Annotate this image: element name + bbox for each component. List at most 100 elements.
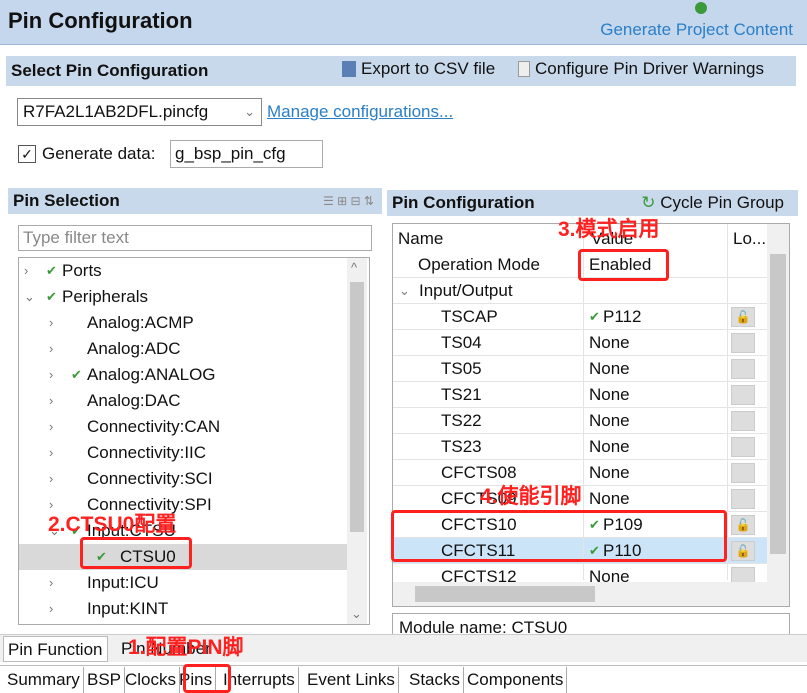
tree-item[interactable]: › Analog:ADC bbox=[19, 336, 347, 362]
row-name: TS04 bbox=[441, 333, 482, 352]
table-row[interactable]: TS22 None bbox=[393, 408, 767, 434]
annotation-box-4 bbox=[391, 510, 727, 562]
lock-icon[interactable] bbox=[731, 333, 755, 353]
row-value[interactable]: None bbox=[589, 382, 630, 408]
tree-item-label: Input:KINT bbox=[87, 599, 169, 618]
lock-icon[interactable] bbox=[731, 437, 755, 457]
page-title: Pin Configuration bbox=[8, 8, 193, 33]
tab-event-links[interactable]: Event Links bbox=[304, 667, 399, 693]
expand-icon[interactable]: › bbox=[49, 596, 53, 622]
tree-item-label: Connectivity:IIC bbox=[87, 443, 207, 462]
scroll-down-icon[interactable]: ⌄ bbox=[351, 606, 362, 622]
lock-icon[interactable]: 🔓 bbox=[731, 307, 755, 327]
lock-icon[interactable] bbox=[731, 489, 755, 509]
lock-icon[interactable] bbox=[731, 463, 755, 483]
tree-item[interactable]: › Input:KINT bbox=[19, 596, 347, 622]
row-value[interactable]: None bbox=[589, 356, 630, 382]
table-row[interactable]: TS04 None bbox=[393, 330, 767, 356]
expand-icon[interactable]: › bbox=[49, 466, 53, 492]
table-row[interactable]: TS21 None bbox=[393, 382, 767, 408]
tree-item[interactable]: ⌄ ✔ Peripherals bbox=[19, 284, 347, 310]
row-value[interactable]: P112 bbox=[603, 304, 641, 330]
play-icon[interactable] bbox=[695, 2, 707, 14]
table-vscrollbar[interactable] bbox=[767, 224, 789, 584]
chevron-down-icon: ⌄ bbox=[244, 104, 255, 119]
tree-item-label: Analog:ACMP bbox=[87, 313, 194, 332]
tree-item[interactable]: › Analog:DAC bbox=[19, 388, 347, 414]
row-value[interactable]: None bbox=[589, 486, 630, 512]
row-value[interactable]: None bbox=[589, 330, 630, 356]
tree-item[interactable]: › Connectivity:CAN bbox=[19, 414, 347, 440]
generate-project-content-button[interactable]: Generate Project Content bbox=[600, 20, 793, 40]
lock-icon[interactable] bbox=[731, 359, 755, 379]
lock-icon[interactable] bbox=[731, 411, 755, 431]
cycle-icon: ↻ bbox=[641, 193, 661, 212]
table-row[interactable]: TS05 None bbox=[393, 356, 767, 382]
tree-item[interactable]: › Connectivity:SCI bbox=[19, 466, 347, 492]
check-icon: ✔ bbox=[589, 309, 600, 324]
pin-tree: › ✔ Ports ⌄ ✔ Peripherals › Analog:ACMP › Analog:… bbox=[18, 257, 370, 625]
table-hscrollbar[interactable] bbox=[393, 582, 789, 606]
expand-icon[interactable]: ⌄ bbox=[24, 284, 35, 310]
annotation-3: 3.模式启用 bbox=[558, 218, 660, 241]
scrollbar-thumb[interactable] bbox=[415, 586, 595, 602]
tab-bsp[interactable]: BSP bbox=[84, 667, 126, 693]
expand-icon[interactable]: › bbox=[49, 414, 53, 440]
tree-item[interactable]: › Analog:ACMP bbox=[19, 310, 347, 336]
export-csv-button[interactable]: Export to CSV file bbox=[361, 59, 495, 79]
row-value[interactable]: None bbox=[589, 408, 630, 434]
expand-icon[interactable]: › bbox=[49, 388, 53, 414]
generate-data-checkbox[interactable]: ✓ bbox=[18, 145, 36, 163]
tree-item[interactable]: › ✔ Ports bbox=[19, 258, 347, 284]
annotation-4: 4.使能引脚 bbox=[480, 485, 582, 508]
check-icon: ✔ bbox=[46, 289, 57, 304]
expand-icon[interactable]: › bbox=[49, 310, 53, 336]
expand-icon[interactable]: › bbox=[49, 336, 53, 362]
tab-summary[interactable]: Summary bbox=[4, 667, 84, 693]
pin-selection-header: Pin Selection ☰ ⊞ ⊟ ⇅ bbox=[8, 188, 382, 214]
scroll-up-icon[interactable]: ^ bbox=[351, 260, 357, 275]
tree-item-label: Input:ICU bbox=[87, 573, 159, 592]
scrollbar-thumb[interactable] bbox=[350, 282, 364, 532]
filter-input[interactable]: Type filter text bbox=[18, 225, 372, 251]
tree-item-label: Peripherals bbox=[62, 287, 148, 306]
tree-toolbar-icons[interactable]: ☰ ⊞ ⊟ ⇅ bbox=[323, 188, 374, 214]
tab-components[interactable]: Components bbox=[464, 667, 568, 693]
tab-pin-function[interactable]: Pin Function bbox=[3, 636, 108, 662]
lock-icon[interactable]: 🔓 bbox=[731, 515, 755, 535]
tree-scrollbar[interactable]: ^ ⌄ bbox=[347, 258, 367, 624]
tree-item-label: Analog:DAC bbox=[87, 391, 181, 410]
col-name[interactable]: Name bbox=[398, 226, 443, 252]
tree-item[interactable]: › ✔ Analog:ANALOG bbox=[19, 362, 347, 388]
table-row[interactable]: TSCAP ✔ P112 🔓 bbox=[393, 304, 767, 330]
expand-icon[interactable]: › bbox=[49, 440, 53, 466]
configure-warnings-button[interactable]: Configure Pin Driver Warnings bbox=[535, 59, 764, 79]
section-title: Select Pin Configuration bbox=[11, 61, 209, 80]
expand-icon[interactable]: › bbox=[49, 570, 53, 596]
cycle-pin-group-button[interactable]: ↻ Cycle Pin Group bbox=[641, 190, 784, 216]
table-row[interactable]: TS23 None bbox=[393, 434, 767, 460]
generate-data-label: Generate data: bbox=[42, 144, 156, 163]
manage-configurations-link[interactable]: Manage configurations... bbox=[267, 102, 453, 122]
tree-item-label: Connectivity:CAN bbox=[87, 417, 221, 436]
row-value[interactable]: None bbox=[589, 434, 630, 460]
lock-icon[interactable] bbox=[731, 385, 755, 405]
generate-data-input[interactable]: g_bsp_pin_cfg bbox=[170, 140, 323, 168]
config-file-select[interactable]: R7FA2L1AB2DFL.pincfg ⌄ bbox=[17, 98, 262, 126]
lock-icon[interactable]: 🔓 bbox=[731, 541, 755, 561]
tree-item-label: Connectivity:SCI bbox=[87, 469, 213, 488]
table-row[interactable]: ⌄ Input/Output bbox=[393, 278, 767, 304]
expand-icon[interactable]: › bbox=[49, 362, 53, 388]
expand-icon[interactable]: ⌄ bbox=[399, 278, 410, 304]
scrollbar-thumb[interactable] bbox=[770, 254, 786, 554]
col-lock[interactable]: Lo... bbox=[733, 226, 766, 252]
tree-item[interactable]: › Connectivity:IIC bbox=[19, 440, 347, 466]
expand-icon[interactable]: › bbox=[24, 258, 28, 284]
tab-clocks[interactable]: Clocks bbox=[122, 667, 181, 693]
config-file-value: R7FA2L1AB2DFL.pincfg bbox=[23, 102, 209, 121]
tree-item[interactable]: › Input:ICU bbox=[19, 570, 347, 596]
tab-interrupts[interactable]: Interrupts bbox=[220, 667, 299, 693]
tab-stacks[interactable]: Stacks bbox=[406, 667, 465, 693]
row-name: TS05 bbox=[441, 359, 482, 378]
row-value[interactable]: None bbox=[589, 460, 630, 486]
